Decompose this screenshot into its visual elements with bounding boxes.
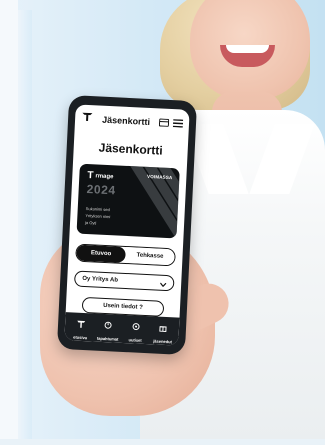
calendar-icon bbox=[104, 316, 113, 334]
faq-label: Usein tiedot ? bbox=[103, 302, 143, 311]
topbar-icons bbox=[158, 113, 184, 132]
brand-letter: T bbox=[87, 170, 94, 182]
view-toggle: Etuvoo Tehkasse bbox=[75, 243, 176, 267]
page-heading: Jäsenkortti bbox=[98, 140, 164, 158]
home-icon bbox=[76, 314, 86, 332]
phone-screen: Jäsenkortti Jäsenkortti T rmage VOIMASSA… bbox=[64, 104, 190, 346]
image-border bbox=[0, 439, 325, 445]
nav-label: tapahtumat bbox=[96, 335, 119, 342]
membership-card[interactable]: T rmage VOIMASSA 2024 Sukunimi sed Yrity… bbox=[76, 163, 180, 239]
smartphone: Jäsenkortti Jäsenkortti T rmage VOIMASSA… bbox=[56, 95, 198, 355]
organization-select[interactable]: Oy Yritys Ab bbox=[73, 270, 175, 292]
card-line: ja Oyti bbox=[84, 219, 97, 226]
card-line: Yrityksen nimi bbox=[85, 212, 111, 220]
nav-label: uutiset bbox=[128, 336, 142, 343]
nav-item-events[interactable]: tapahtumat bbox=[94, 315, 123, 341]
nav-item-benefits[interactable]: jäsenedut bbox=[149, 318, 178, 344]
background-panel bbox=[0, 0, 18, 445]
brand-word: rmage bbox=[95, 172, 114, 180]
app-topbar: Jäsenkortti bbox=[74, 104, 189, 138]
bottom-navbar: etusivu tapahtumat uutiset jäsenedut bbox=[64, 312, 180, 346]
news-icon bbox=[131, 317, 140, 335]
card-line: Sukunimi sed bbox=[85, 205, 110, 213]
toggle-right-button[interactable]: Tehkasse bbox=[125, 246, 175, 266]
card-brand: T rmage bbox=[87, 170, 114, 182]
card-icon[interactable] bbox=[158, 113, 170, 131]
photo: Jäsenkortti Jäsenkortti T rmage VOIMASSA… bbox=[0, 0, 325, 445]
nav-label: etusivu bbox=[73, 334, 88, 340]
chevron-down-icon bbox=[159, 274, 167, 292]
app-title: Jäsenkortti bbox=[101, 114, 151, 127]
gift-icon bbox=[159, 318, 168, 336]
nav-item-home[interactable]: etusivu bbox=[66, 314, 95, 340]
menu-icon[interactable] bbox=[172, 114, 184, 132]
background-panel bbox=[18, 10, 32, 440]
toggle-left-button[interactable]: Etuvoo bbox=[76, 244, 126, 263]
logo-icon bbox=[81, 110, 94, 129]
select-value: Oy Yritys Ab bbox=[82, 275, 119, 284]
nav-label: jäsenedut bbox=[153, 337, 173, 344]
card-year: 2024 bbox=[86, 181, 117, 198]
person-teeth bbox=[226, 45, 269, 53]
nav-item-news[interactable]: uutiset bbox=[121, 316, 150, 342]
